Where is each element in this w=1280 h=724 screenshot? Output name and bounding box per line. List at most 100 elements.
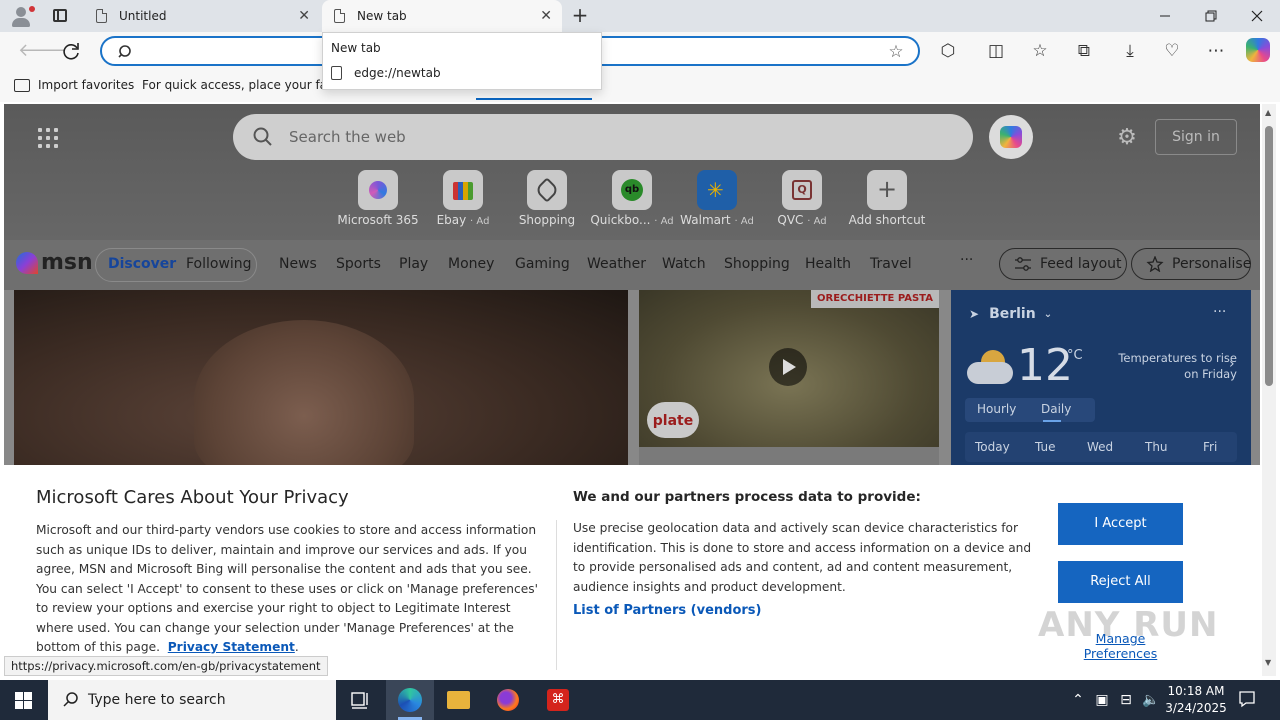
network-device-icon[interactable]: ▣ — [1094, 691, 1110, 709]
shortcut-quickbooks[interactable]: qb Quickbo... · Ad — [589, 170, 675, 227]
split-screen-icon[interactable]: ◫ — [984, 40, 1008, 62]
add-favorite-star-icon[interactable]: ☆ — [886, 42, 906, 62]
clock-date: 3/24/2025 — [1165, 701, 1227, 715]
taskbar-acrobat[interactable]: ⌘ — [534, 680, 582, 720]
close-icon — [1251, 10, 1263, 22]
reject-all-button[interactable]: Reject All — [1058, 561, 1183, 603]
nav-discover[interactable]: Discover — [108, 256, 176, 272]
nav-news[interactable]: News — [279, 256, 317, 272]
clock-time: 10:18 AM — [1167, 684, 1225, 698]
close-window-button[interactable] — [1234, 0, 1280, 32]
extensions-icon[interactable]: ⬡ — [936, 40, 960, 62]
restore-button[interactable] — [1188, 0, 1234, 32]
collections-icon[interactable]: ⧉ — [1072, 40, 1096, 62]
partly-cloudy-icon — [967, 350, 1013, 386]
refresh-button[interactable] — [60, 40, 84, 62]
privacy-statement-link[interactable]: Privacy Statement — [168, 640, 295, 654]
day-label[interactable]: Fri — [1203, 440, 1217, 454]
weather-card[interactable]: ➤ Berlin ⌄ ··· 12 °C Temperatures to rise … — [951, 290, 1251, 470]
ad-label: · Ad — [734, 216, 754, 227]
import-favorites-button[interactable]: Import favorites — [14, 78, 134, 92]
hero-image — [194, 320, 414, 480]
task-view-button[interactable] — [336, 680, 384, 720]
sign-in-button[interactable]: Sign in — [1155, 119, 1237, 155]
day-label[interactable]: Wed — [1087, 440, 1113, 454]
hero-news-card[interactable] — [14, 290, 628, 480]
app-launcher-icon[interactable] — [38, 128, 58, 148]
accept-button[interactable]: I Accept — [1058, 503, 1183, 545]
minimize-button[interactable] — [1142, 0, 1188, 32]
tab-actions-icon[interactable] — [44, 4, 76, 28]
shortcut-microsoft-365[interactable]: Microsoft 365 — [335, 170, 421, 227]
nav-travel[interactable]: Travel — [870, 256, 912, 272]
page-scrollbar[interactable]: ▲ ▼ — [1262, 104, 1276, 676]
personalise-button[interactable]: Personalise — [1131, 248, 1251, 280]
shortcut-shopping[interactable]: Shopping — [504, 170, 590, 227]
import-favorites-label: Import favorites — [38, 78, 135, 92]
scroll-up-arrow-icon[interactable]: ▲ — [1265, 108, 1271, 117]
new-tab-button[interactable]: + — [568, 5, 592, 27]
nav-watch[interactable]: Watch — [662, 256, 706, 272]
list-of-partners-link[interactable]: List of Partners (vendors) — [573, 603, 761, 618]
taskbar-firefox[interactable] — [484, 680, 532, 720]
downloads-icon[interactable]: ⤓ — [1118, 40, 1142, 62]
notifications-icon[interactable] — [1238, 690, 1256, 708]
close-tab-icon[interactable]: ✕ — [298, 9, 310, 23]
volume-icon[interactable]: 🔈 — [1142, 691, 1159, 709]
favorites-icon[interactable]: ☆ — [1028, 40, 1052, 62]
more-icon[interactable]: ⋯ — [1204, 40, 1228, 62]
nav-following[interactable]: Following — [186, 256, 252, 272]
day-label[interactable]: Thu — [1145, 440, 1168, 454]
day-label[interactable]: Today — [975, 440, 1010, 454]
taskbar-search-box[interactable]: Type here to search — [48, 680, 336, 720]
settings-gear-icon[interactable]: ⚙ — [1114, 125, 1140, 151]
nav-weather[interactable]: Weather — [587, 256, 646, 272]
tab-untitled[interactable]: Untitled ✕ — [84, 0, 320, 32]
shortcut-qvc[interactable]: Q QVC · Ad — [759, 170, 845, 227]
nav-money[interactable]: Money — [448, 256, 494, 272]
browser-essentials-icon[interactable]: ♡ — [1160, 40, 1184, 62]
msn-logo[interactable]: msn — [16, 250, 93, 275]
close-tab-icon[interactable]: ✕ — [540, 9, 552, 23]
sliders-icon — [1015, 257, 1031, 271]
scrollbar-thumb[interactable] — [1265, 126, 1273, 386]
network-icon[interactable]: ⊟ — [1118, 691, 1134, 709]
weather-more-button[interactable]: ··· — [1213, 304, 1226, 320]
nav-more-button[interactable]: ··· — [960, 252, 973, 268]
taskbar-file-explorer[interactable] — [434, 680, 482, 720]
privacy-consent-banner: Microsoft Cares About Your Privacy Micro… — [4, 465, 1260, 676]
scroll-down-arrow-icon[interactable]: ▼ — [1265, 658, 1271, 667]
add-shortcut-button[interactable]: + Add shortcut — [844, 170, 930, 227]
nav-health[interactable]: Health — [805, 256, 851, 272]
weather-location[interactable]: ➤ Berlin ⌄ — [969, 306, 1052, 322]
day-label[interactable]: Tue — [1035, 440, 1056, 454]
play-icon[interactable] — [769, 348, 807, 386]
tab-daily[interactable]: Daily — [1041, 402, 1071, 416]
video-news-card[interactable]: ORECCHIETTE PASTA plate — [639, 290, 939, 447]
quickbooks-icon: qb — [612, 170, 652, 210]
nav-sports[interactable]: Sports — [336, 256, 381, 272]
web-search-box[interactable]: Search the web — [233, 114, 973, 160]
tab-new-tab[interactable]: New tab ✕ — [322, 0, 562, 32]
back-button[interactable]: 🡐 — [18, 40, 66, 62]
copilot-icon[interactable] — [1246, 38, 1270, 62]
favorites-link-underline[interactable] — [476, 98, 592, 100]
nav-gaming[interactable]: Gaming — [515, 256, 570, 272]
copilot-icon — [1000, 126, 1022, 148]
taskbar-clock[interactable]: 10:18 AM 3/24/2025 — [1160, 683, 1232, 717]
feed-layout-button[interactable]: Feed layout — [999, 248, 1127, 280]
task-view-icon — [351, 692, 368, 709]
chevron-up-icon[interactable]: ⌃ — [1070, 691, 1086, 709]
dropdown-suggestion[interactable]: edge://newtab — [331, 66, 441, 80]
shortcut-ebay[interactable]: Ebay · Ad — [420, 170, 506, 227]
copilot-button[interactable] — [989, 115, 1033, 159]
nav-shopping[interactable]: Shopping — [724, 256, 790, 272]
tab-hourly[interactable]: Hourly — [977, 402, 1016, 416]
chevron-right-icon[interactable]: › — [1229, 356, 1235, 372]
profile-icon[interactable] — [8, 4, 35, 28]
taskbar-edge[interactable] — [386, 680, 434, 720]
start-button[interactable] — [0, 680, 48, 720]
shortcut-walmart[interactable]: ✳ Walmart · Ad — [674, 170, 760, 227]
manage-preferences-link[interactable]: Manage Preferences — [1058, 631, 1183, 661]
nav-play[interactable]: Play — [399, 256, 428, 272]
